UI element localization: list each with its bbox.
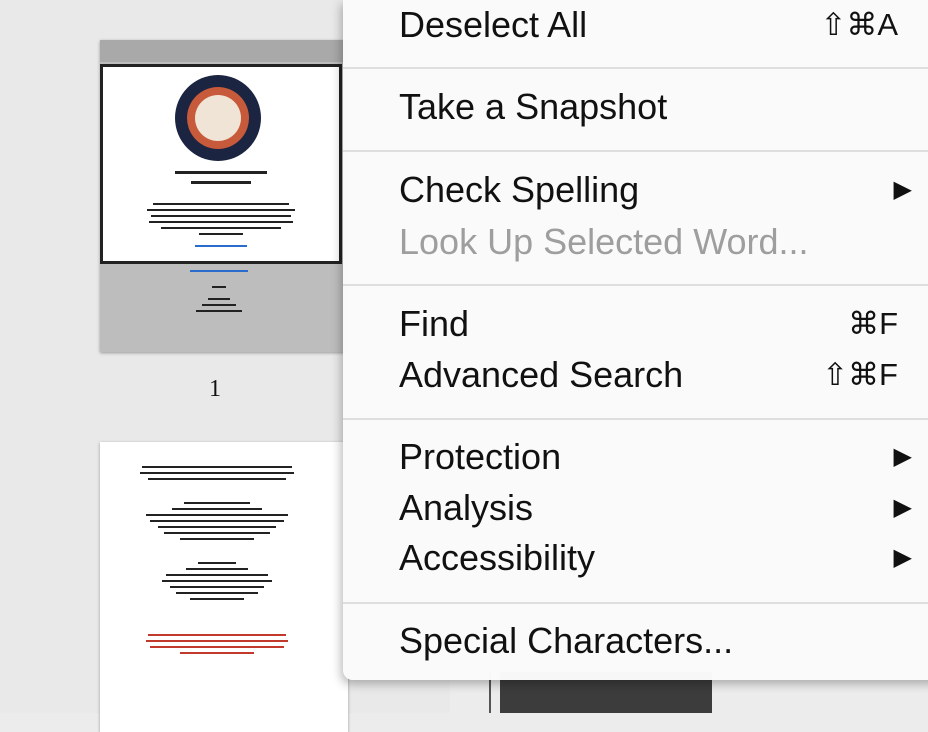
menu-item-label: Check Spelling [399,169,640,210]
submenu-arrow-icon: ▶ [893,443,912,470]
menu-item-label: Special Characters... [399,620,734,661]
submenu-arrow-icon: ▶ [893,544,912,571]
menu-separator [343,67,928,69]
menu-separator [343,418,928,420]
thumbnail-header-band [100,40,348,62]
menu-item-label: Deselect All [399,4,588,45]
menu-item-label: Analysis [399,487,534,528]
club-seal-logo [175,75,261,161]
menu-item-look-up-selected-word: Look Up Selected Word... [343,219,928,265]
menu-item-analysis[interactable]: Analysis ▶ [343,485,928,531]
page-thumbnail-1[interactable] [100,40,348,352]
submenu-arrow-icon: ▶ [893,176,912,203]
page-thumbnail-2[interactable] [100,442,348,732]
menu-item-deselect-all[interactable]: Deselect All ⇧⌘A [343,2,928,48]
menu-item-advanced-search[interactable]: Advanced Search ⇧⌘F [343,352,928,398]
menu-item-label: Find [399,303,470,344]
menu-separator [343,602,928,604]
menu-item-protection[interactable]: Protection ▶ [343,434,928,480]
context-menu: Deselect All ⇧⌘A Take a Snapshot Check S… [343,0,928,680]
page-number-label: 1 [209,376,221,402]
menu-item-special-characters[interactable]: Special Characters... [343,618,928,664]
menu-item-label: Accessibility [399,537,596,578]
shortcut-label: ⇧⌘A [820,7,898,42]
menu-item-take-a-snapshot[interactable]: Take a Snapshot [343,84,928,130]
menu-item-label: Look Up Selected Word... [399,221,809,262]
menu-item-accessibility[interactable]: Accessibility ▶ [343,535,928,581]
menu-item-label: Advanced Search [399,354,684,395]
shortcut-label: ⇧⌘F [822,357,898,392]
shortcut-label: ⌘F [848,306,898,341]
menu-item-find[interactable]: Find ⌘F [343,301,928,347]
selection-rectangle[interactable] [100,64,342,264]
menu-item-label: Take a Snapshot [399,86,668,127]
menu-separator [343,150,928,152]
submenu-arrow-icon: ▶ [893,494,912,521]
menu-separator [343,284,928,286]
menu-item-label: Protection [399,436,562,477]
menu-item-check-spelling[interactable]: Check Spelling ▶ [343,167,928,213]
